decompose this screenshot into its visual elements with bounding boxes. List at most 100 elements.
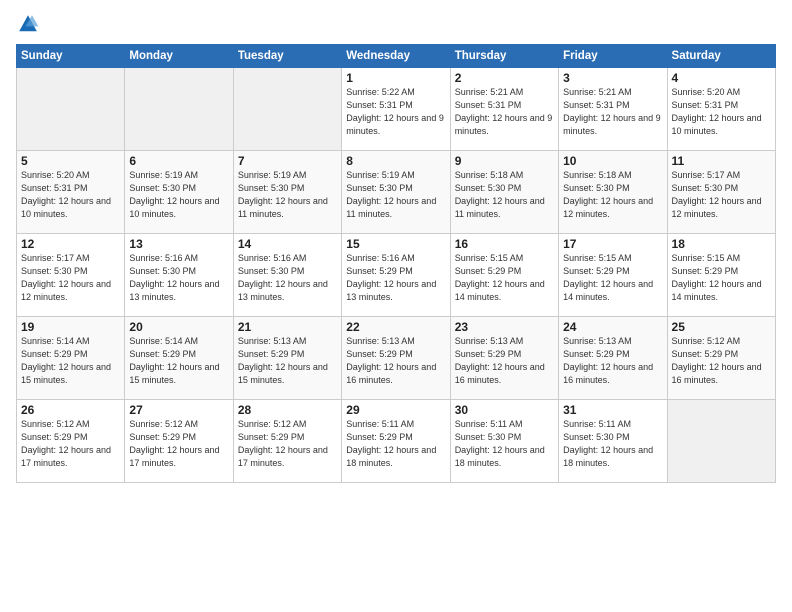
- calendar-weekday-sunday: Sunday: [17, 45, 125, 68]
- day-number: 8: [346, 154, 445, 168]
- day-number: 17: [563, 237, 662, 251]
- day-info: Sunrise: 5:14 AMSunset: 5:29 PMDaylight:…: [21, 335, 120, 387]
- calendar-cell: [125, 68, 233, 151]
- day-info: Sunrise: 5:11 AMSunset: 5:30 PMDaylight:…: [455, 418, 554, 470]
- calendar-cell: 14Sunrise: 5:16 AMSunset: 5:30 PMDayligh…: [233, 234, 341, 317]
- calendar-cell: 18Sunrise: 5:15 AMSunset: 5:29 PMDayligh…: [667, 234, 775, 317]
- logo-icon: [16, 12, 40, 36]
- day-info: Sunrise: 5:17 AMSunset: 5:30 PMDaylight:…: [21, 252, 120, 304]
- calendar-cell: 19Sunrise: 5:14 AMSunset: 5:29 PMDayligh…: [17, 317, 125, 400]
- day-info: Sunrise: 5:15 AMSunset: 5:29 PMDaylight:…: [672, 252, 771, 304]
- calendar-weekday-tuesday: Tuesday: [233, 45, 341, 68]
- day-number: 22: [346, 320, 445, 334]
- day-info: Sunrise: 5:19 AMSunset: 5:30 PMDaylight:…: [238, 169, 337, 221]
- day-info: Sunrise: 5:20 AMSunset: 5:31 PMDaylight:…: [21, 169, 120, 221]
- day-number: 3: [563, 71, 662, 85]
- calendar-cell: 22Sunrise: 5:13 AMSunset: 5:29 PMDayligh…: [342, 317, 450, 400]
- calendar-cell: 30Sunrise: 5:11 AMSunset: 5:30 PMDayligh…: [450, 400, 558, 483]
- calendar-cell: 1Sunrise: 5:22 AMSunset: 5:31 PMDaylight…: [342, 68, 450, 151]
- calendar-cell: 15Sunrise: 5:16 AMSunset: 5:29 PMDayligh…: [342, 234, 450, 317]
- day-number: 14: [238, 237, 337, 251]
- calendar-cell: 31Sunrise: 5:11 AMSunset: 5:30 PMDayligh…: [559, 400, 667, 483]
- day-number: 30: [455, 403, 554, 417]
- day-info: Sunrise: 5:16 AMSunset: 5:30 PMDaylight:…: [129, 252, 228, 304]
- day-info: Sunrise: 5:13 AMSunset: 5:29 PMDaylight:…: [238, 335, 337, 387]
- calendar-week-5: 26Sunrise: 5:12 AMSunset: 5:29 PMDayligh…: [17, 400, 776, 483]
- day-number: 20: [129, 320, 228, 334]
- calendar-weekday-saturday: Saturday: [667, 45, 775, 68]
- page: SundayMondayTuesdayWednesdayThursdayFrid…: [0, 0, 792, 612]
- calendar-weekday-thursday: Thursday: [450, 45, 558, 68]
- calendar-weekday-wednesday: Wednesday: [342, 45, 450, 68]
- day-number: 19: [21, 320, 120, 334]
- day-info: Sunrise: 5:19 AMSunset: 5:30 PMDaylight:…: [129, 169, 228, 221]
- calendar-cell: 10Sunrise: 5:18 AMSunset: 5:30 PMDayligh…: [559, 151, 667, 234]
- day-number: 12: [21, 237, 120, 251]
- calendar-cell: 2Sunrise: 5:21 AMSunset: 5:31 PMDaylight…: [450, 68, 558, 151]
- day-info: Sunrise: 5:14 AMSunset: 5:29 PMDaylight:…: [129, 335, 228, 387]
- day-info: Sunrise: 5:12 AMSunset: 5:29 PMDaylight:…: [672, 335, 771, 387]
- calendar-cell: 20Sunrise: 5:14 AMSunset: 5:29 PMDayligh…: [125, 317, 233, 400]
- calendar-cell: 16Sunrise: 5:15 AMSunset: 5:29 PMDayligh…: [450, 234, 558, 317]
- calendar-cell: 13Sunrise: 5:16 AMSunset: 5:30 PMDayligh…: [125, 234, 233, 317]
- day-info: Sunrise: 5:19 AMSunset: 5:30 PMDaylight:…: [346, 169, 445, 221]
- calendar-cell: 4Sunrise: 5:20 AMSunset: 5:31 PMDaylight…: [667, 68, 775, 151]
- day-number: 26: [21, 403, 120, 417]
- day-info: Sunrise: 5:11 AMSunset: 5:29 PMDaylight:…: [346, 418, 445, 470]
- day-info: Sunrise: 5:16 AMSunset: 5:29 PMDaylight:…: [346, 252, 445, 304]
- calendar-cell: 23Sunrise: 5:13 AMSunset: 5:29 PMDayligh…: [450, 317, 558, 400]
- calendar-cell: [17, 68, 125, 151]
- header: [16, 12, 776, 36]
- day-info: Sunrise: 5:12 AMSunset: 5:29 PMDaylight:…: [238, 418, 337, 470]
- calendar-cell: 3Sunrise: 5:21 AMSunset: 5:31 PMDaylight…: [559, 68, 667, 151]
- day-info: Sunrise: 5:15 AMSunset: 5:29 PMDaylight:…: [563, 252, 662, 304]
- day-number: 25: [672, 320, 771, 334]
- day-number: 21: [238, 320, 337, 334]
- calendar-cell: 7Sunrise: 5:19 AMSunset: 5:30 PMDaylight…: [233, 151, 341, 234]
- calendar-cell: 8Sunrise: 5:19 AMSunset: 5:30 PMDaylight…: [342, 151, 450, 234]
- calendar-cell: 9Sunrise: 5:18 AMSunset: 5:30 PMDaylight…: [450, 151, 558, 234]
- calendar-week-2: 5Sunrise: 5:20 AMSunset: 5:31 PMDaylight…: [17, 151, 776, 234]
- calendar-cell: 21Sunrise: 5:13 AMSunset: 5:29 PMDayligh…: [233, 317, 341, 400]
- calendar-week-3: 12Sunrise: 5:17 AMSunset: 5:30 PMDayligh…: [17, 234, 776, 317]
- day-info: Sunrise: 5:12 AMSunset: 5:29 PMDaylight:…: [21, 418, 120, 470]
- calendar-weekday-friday: Friday: [559, 45, 667, 68]
- day-number: 1: [346, 71, 445, 85]
- day-number: 24: [563, 320, 662, 334]
- day-info: Sunrise: 5:20 AMSunset: 5:31 PMDaylight:…: [672, 86, 771, 138]
- day-number: 7: [238, 154, 337, 168]
- calendar-week-4: 19Sunrise: 5:14 AMSunset: 5:29 PMDayligh…: [17, 317, 776, 400]
- logo: [16, 12, 44, 36]
- day-info: Sunrise: 5:16 AMSunset: 5:30 PMDaylight:…: [238, 252, 337, 304]
- calendar-weekday-monday: Monday: [125, 45, 233, 68]
- calendar-header-row: SundayMondayTuesdayWednesdayThursdayFrid…: [17, 45, 776, 68]
- day-info: Sunrise: 5:17 AMSunset: 5:30 PMDaylight:…: [672, 169, 771, 221]
- day-number: 13: [129, 237, 228, 251]
- day-number: 15: [346, 237, 445, 251]
- calendar-cell: 26Sunrise: 5:12 AMSunset: 5:29 PMDayligh…: [17, 400, 125, 483]
- day-number: 27: [129, 403, 228, 417]
- day-number: 5: [21, 154, 120, 168]
- calendar-cell: [667, 400, 775, 483]
- calendar-table: SundayMondayTuesdayWednesdayThursdayFrid…: [16, 44, 776, 483]
- calendar-cell: 24Sunrise: 5:13 AMSunset: 5:29 PMDayligh…: [559, 317, 667, 400]
- day-info: Sunrise: 5:11 AMSunset: 5:30 PMDaylight:…: [563, 418, 662, 470]
- calendar-cell: 12Sunrise: 5:17 AMSunset: 5:30 PMDayligh…: [17, 234, 125, 317]
- day-number: 28: [238, 403, 337, 417]
- day-info: Sunrise: 5:21 AMSunset: 5:31 PMDaylight:…: [563, 86, 662, 138]
- day-info: Sunrise: 5:18 AMSunset: 5:30 PMDaylight:…: [455, 169, 554, 221]
- day-info: Sunrise: 5:15 AMSunset: 5:29 PMDaylight:…: [455, 252, 554, 304]
- day-number: 16: [455, 237, 554, 251]
- calendar-cell: 25Sunrise: 5:12 AMSunset: 5:29 PMDayligh…: [667, 317, 775, 400]
- day-number: 29: [346, 403, 445, 417]
- day-info: Sunrise: 5:13 AMSunset: 5:29 PMDaylight:…: [455, 335, 554, 387]
- calendar-cell: 28Sunrise: 5:12 AMSunset: 5:29 PMDayligh…: [233, 400, 341, 483]
- day-info: Sunrise: 5:13 AMSunset: 5:29 PMDaylight:…: [563, 335, 662, 387]
- day-number: 4: [672, 71, 771, 85]
- day-info: Sunrise: 5:12 AMSunset: 5:29 PMDaylight:…: [129, 418, 228, 470]
- day-number: 11: [672, 154, 771, 168]
- day-info: Sunrise: 5:18 AMSunset: 5:30 PMDaylight:…: [563, 169, 662, 221]
- day-number: 31: [563, 403, 662, 417]
- calendar-cell: 17Sunrise: 5:15 AMSunset: 5:29 PMDayligh…: [559, 234, 667, 317]
- day-number: 10: [563, 154, 662, 168]
